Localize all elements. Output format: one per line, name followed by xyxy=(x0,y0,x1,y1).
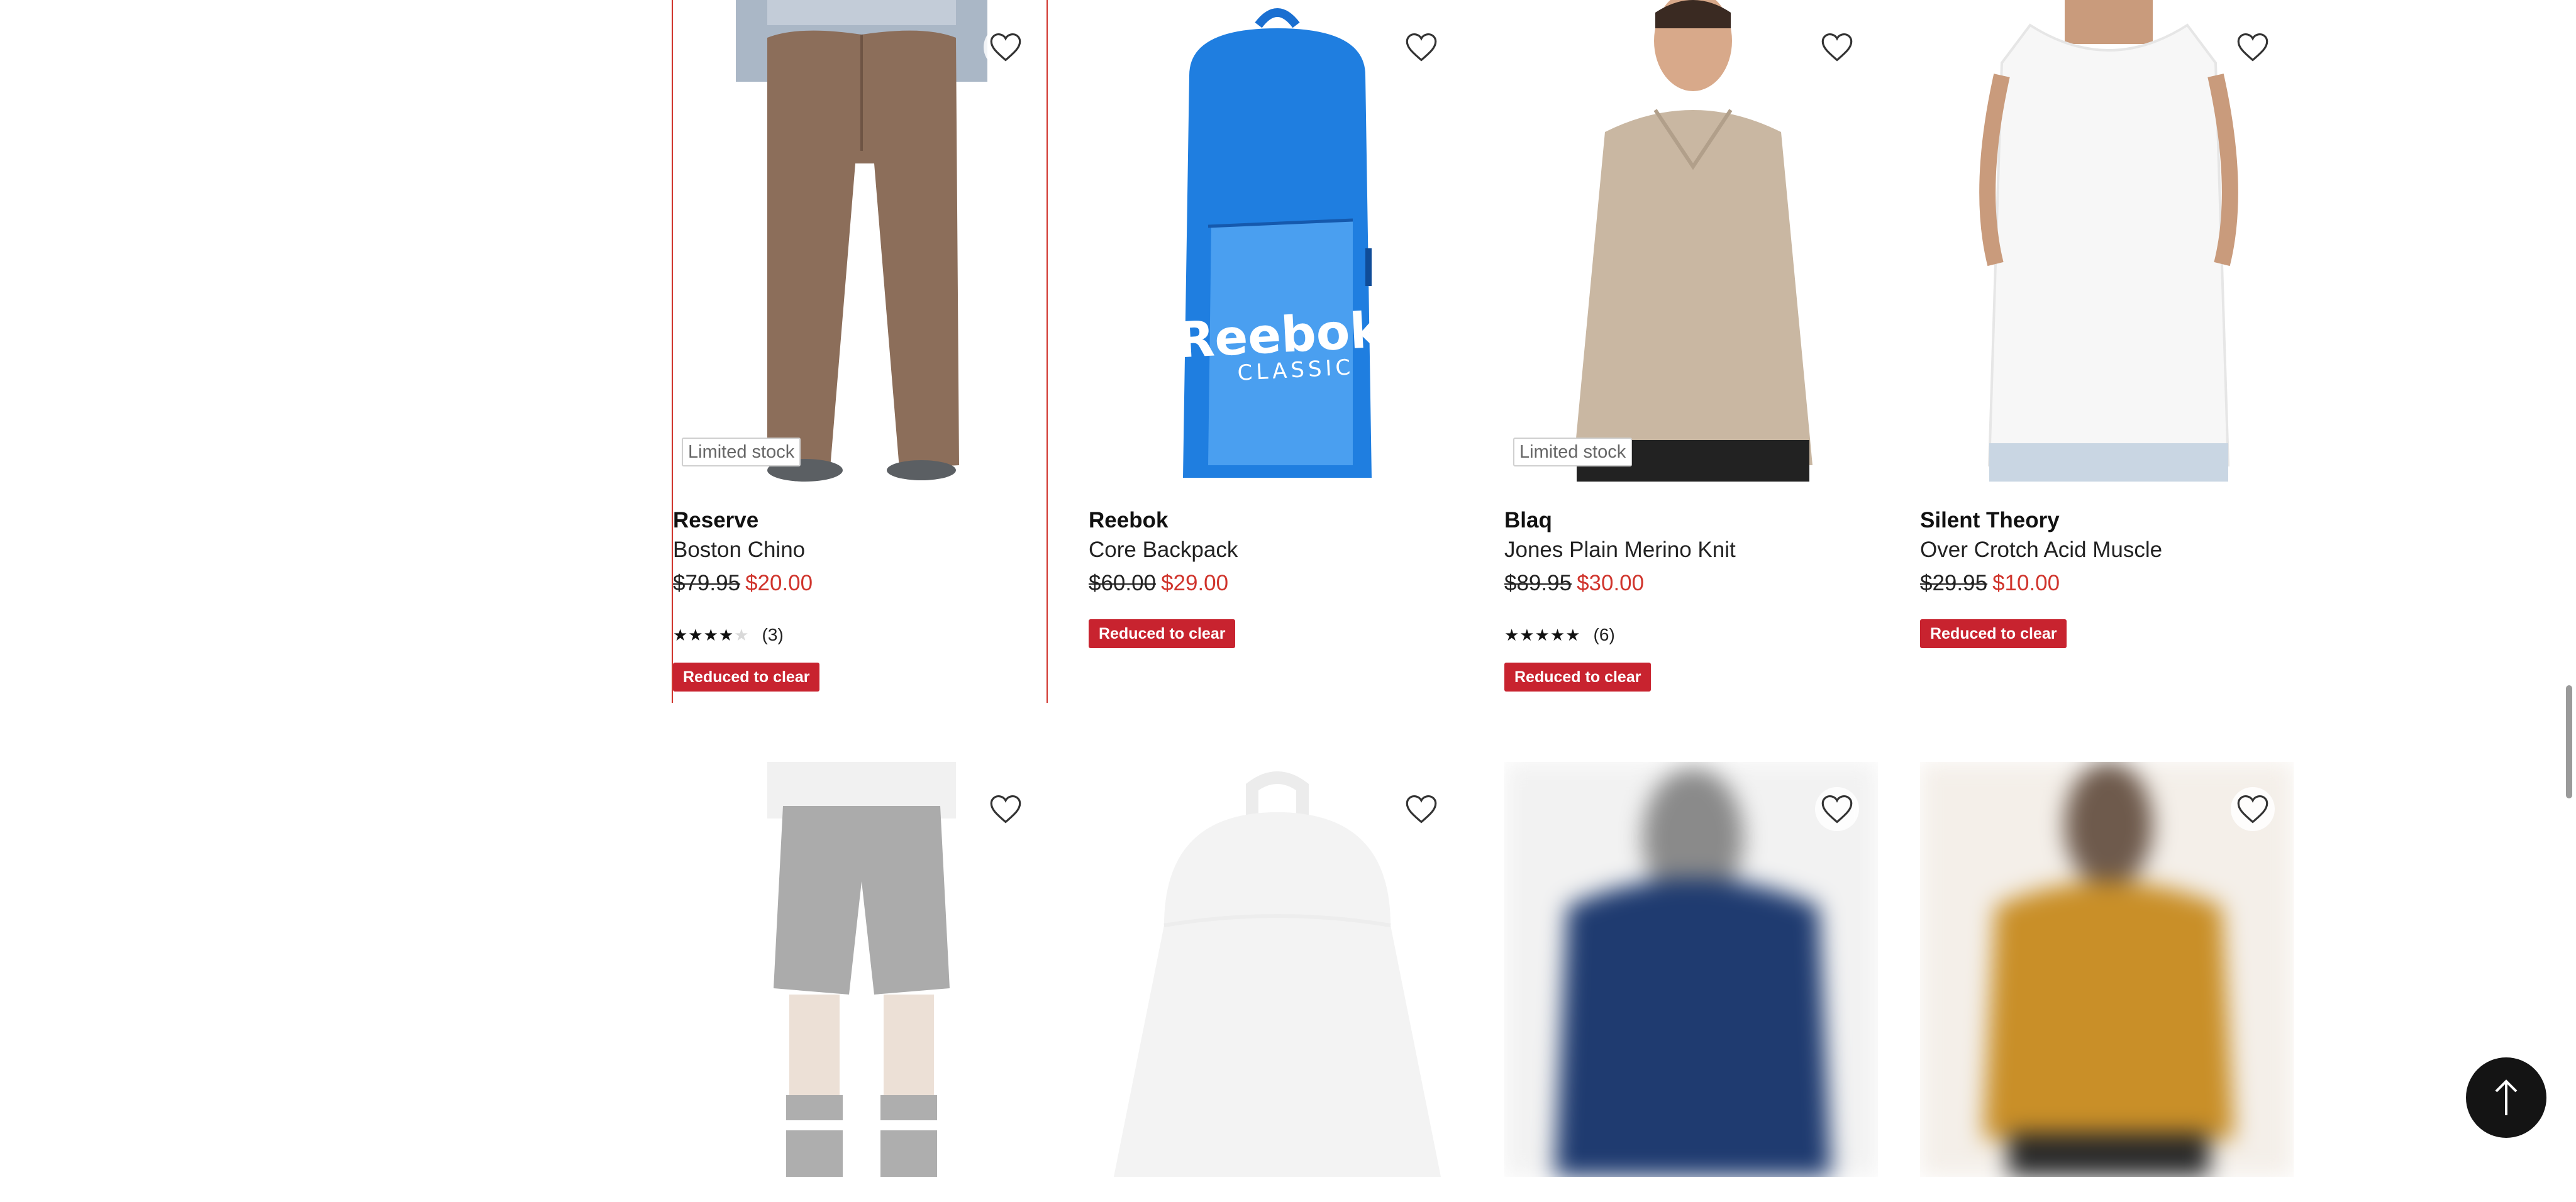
product-name[interactable]: Jones Plain Merino Knit xyxy=(1504,538,1736,563)
wishlist-button[interactable] xyxy=(2231,787,2275,831)
product-name[interactable]: Core Backpack xyxy=(1089,538,1238,563)
reduced-to-clear-badge: Reduced to clear xyxy=(1920,619,2067,648)
star-rating-icon: ★★★★★ xyxy=(1504,626,1581,644)
limited-stock-badge: Limited stock xyxy=(1513,438,1633,466)
heart-outline-icon xyxy=(2237,795,2268,824)
wishlist-button[interactable] xyxy=(984,25,1028,69)
heart-outline-icon xyxy=(1821,795,1853,824)
product-brand: Reserve xyxy=(673,508,759,532)
wishlist-button[interactable] xyxy=(1815,25,1859,69)
product-price: $29.95 $10.00 xyxy=(1920,571,2060,596)
wishlist-button[interactable] xyxy=(1399,787,1443,831)
product-image[interactable] xyxy=(1920,0,2294,482)
back-to-top-button[interactable] xyxy=(2466,1057,2546,1138)
limited-stock-badge: Limited stock xyxy=(682,438,801,466)
was-price: $60.00 xyxy=(1089,571,1157,595)
star-rating-icon: ★★★★★ xyxy=(673,626,750,644)
product-card[interactable] xyxy=(673,762,1046,1202)
was-price: $29.95 xyxy=(1920,571,1988,595)
product-price: $60.00 $29.00 xyxy=(1089,571,1228,596)
product-name[interactable]: Boston Chino xyxy=(673,538,805,563)
wishlist-button[interactable] xyxy=(2231,25,2275,69)
review-count: (6) xyxy=(1593,625,1615,644)
sale-price: $29.00 xyxy=(1161,571,1229,595)
product-price: $89.95 $30.00 xyxy=(1504,571,1644,596)
product-price: $79.95 $20.00 xyxy=(673,571,813,596)
product-card[interactable] xyxy=(1920,762,2294,1202)
arrow-up-icon xyxy=(2495,1079,2518,1115)
wishlist-button[interactable] xyxy=(984,787,1028,831)
heart-outline-icon xyxy=(1821,33,1853,62)
reduced-to-clear-badge: Reduced to clear xyxy=(1089,619,1236,648)
heart-outline-icon xyxy=(1406,795,1437,824)
product-name[interactable]: Over Crotch Acid Muscle xyxy=(1920,538,2162,563)
product-rating[interactable]: ★★★★★ (6) xyxy=(1504,624,1615,646)
heart-outline-icon xyxy=(990,33,1021,62)
wishlist-button[interactable] xyxy=(1815,787,1859,831)
product-card[interactable]: Reebok CLASSIC Reebok Core Backpack $60.… xyxy=(1089,0,1462,703)
product-card[interactable]: Limited stock Reserve Boston Chino $79.9… xyxy=(672,0,1048,703)
sale-price: $10.00 xyxy=(1992,571,2060,595)
was-price: $89.95 xyxy=(1504,571,1572,595)
heart-outline-icon xyxy=(990,795,1021,824)
product-card[interactable] xyxy=(1504,762,1878,1202)
heart-outline-icon xyxy=(1406,33,1437,62)
was-price: $79.95 xyxy=(673,571,741,595)
product-card[interactable]: Silent Theory Over Crotch Acid Muscle $2… xyxy=(1920,0,2294,703)
sale-price: $20.00 xyxy=(745,571,813,595)
wishlist-button[interactable] xyxy=(1399,25,1443,69)
product-brand: Blaq xyxy=(1504,508,1552,532)
product-image[interactable] xyxy=(673,0,1046,482)
scrollbar-thumb[interactable] xyxy=(2566,685,2572,798)
product-card[interactable]: Limited stock Blaq Jones Plain Merino Kn… xyxy=(1504,0,1878,703)
reduced-to-clear-badge: Reduced to clear xyxy=(1504,663,1652,692)
product-image[interactable]: Reebok CLASSIC xyxy=(1089,0,1462,482)
product-rating[interactable]: ★★★★★ (3) xyxy=(673,624,784,646)
review-count: (3) xyxy=(762,625,784,644)
page-scrollbar[interactable] xyxy=(2562,0,2576,1168)
heart-outline-icon xyxy=(2237,33,2268,62)
sale-price: $30.00 xyxy=(1577,571,1645,595)
reduced-to-clear-badge: Reduced to clear xyxy=(673,663,820,692)
product-brand: Reebok xyxy=(1089,508,1169,532)
product-card[interactable] xyxy=(1089,762,1462,1202)
product-image[interactable] xyxy=(1504,0,1878,482)
product-brand: Silent Theory xyxy=(1920,508,2060,532)
product-grid: Limited stock Reserve Boston Chino $79.9… xyxy=(672,0,2346,1177)
